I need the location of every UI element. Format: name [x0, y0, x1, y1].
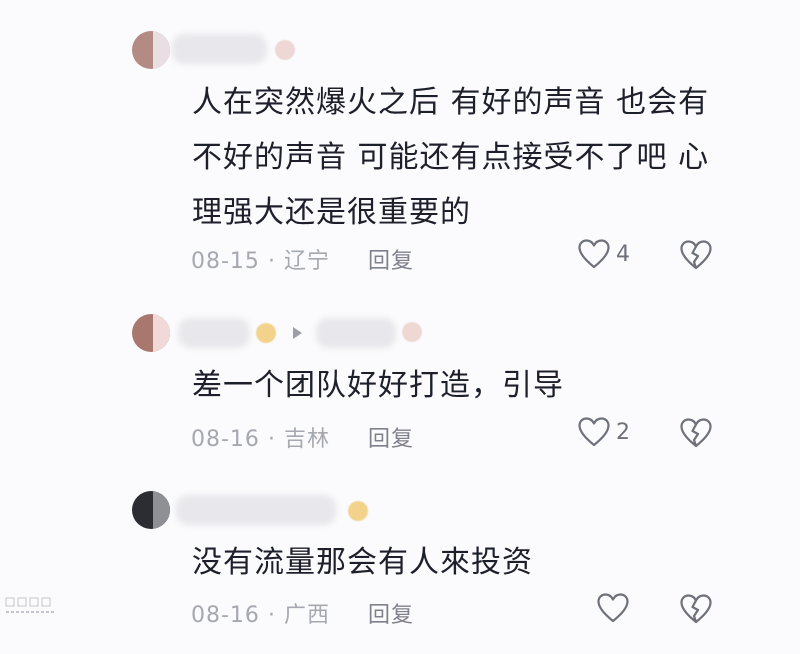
comment-location: 吉林	[283, 427, 330, 452]
heart-icon	[578, 239, 610, 269]
reply-button[interactable]: 回复	[368, 243, 414, 275]
comment-list: 人在突然爆火之后 有好的声音 也会有不好的声音 可能还有点接受不了吧 心理强大还…	[0, 0, 800, 654]
reply-button[interactable]: 回复	[368, 421, 414, 453]
comment-meta: 08-15 · 辽宁	[191, 243, 330, 275]
avatar[interactable]	[132, 314, 170, 352]
username-blurred[interactable]	[178, 318, 250, 348]
like-count: 4	[616, 242, 630, 267]
sun-badge-icon	[256, 323, 276, 343]
avatar[interactable]	[132, 31, 170, 69]
comment-text: 差一个团队好好打造，引导	[192, 368, 564, 403]
meta-separator: ·	[267, 603, 276, 628]
like-count: 2	[616, 420, 630, 445]
comment-location: 辽宁	[283, 249, 330, 274]
comment-text: 没有流量那会有人來投资	[192, 545, 533, 580]
meta-separator: ·	[267, 427, 276, 452]
comment-text: 人在突然爆火之后 有好的声音 也会有不好的声音 可能还有点接受不了吧 心理强大还…	[192, 85, 710, 230]
badge-icon	[275, 40, 295, 60]
avatar[interactable]	[132, 491, 170, 529]
comment-date: 08-16	[191, 603, 260, 628]
comment-meta: 08-16 · 吉林	[191, 421, 330, 453]
badge-icon	[402, 322, 422, 342]
comment-date: 08-15	[191, 249, 260, 274]
username-blurred[interactable]	[176, 495, 336, 525]
meta-separator: ·	[267, 249, 276, 274]
reply-arrow-icon	[293, 327, 302, 339]
comment-date: 08-16	[191, 427, 260, 452]
reply-button[interactable]: 回复	[368, 597, 414, 629]
sun-badge-icon	[348, 501, 368, 521]
comment-meta: 08-16 · 广西	[191, 597, 330, 629]
comment-location: 广西	[283, 603, 330, 628]
dislike-broken-heart-icon[interactable]	[680, 418, 712, 448]
watermark-logo	[5, 597, 54, 613]
heart-icon	[578, 417, 610, 447]
dislike-broken-heart-icon[interactable]	[680, 240, 712, 270]
dislike-broken-heart-icon[interactable]	[680, 594, 712, 624]
reply-target-username-blurred[interactable]	[316, 318, 396, 348]
username-blurred[interactable]	[172, 34, 267, 64]
heart-icon	[597, 593, 629, 623]
